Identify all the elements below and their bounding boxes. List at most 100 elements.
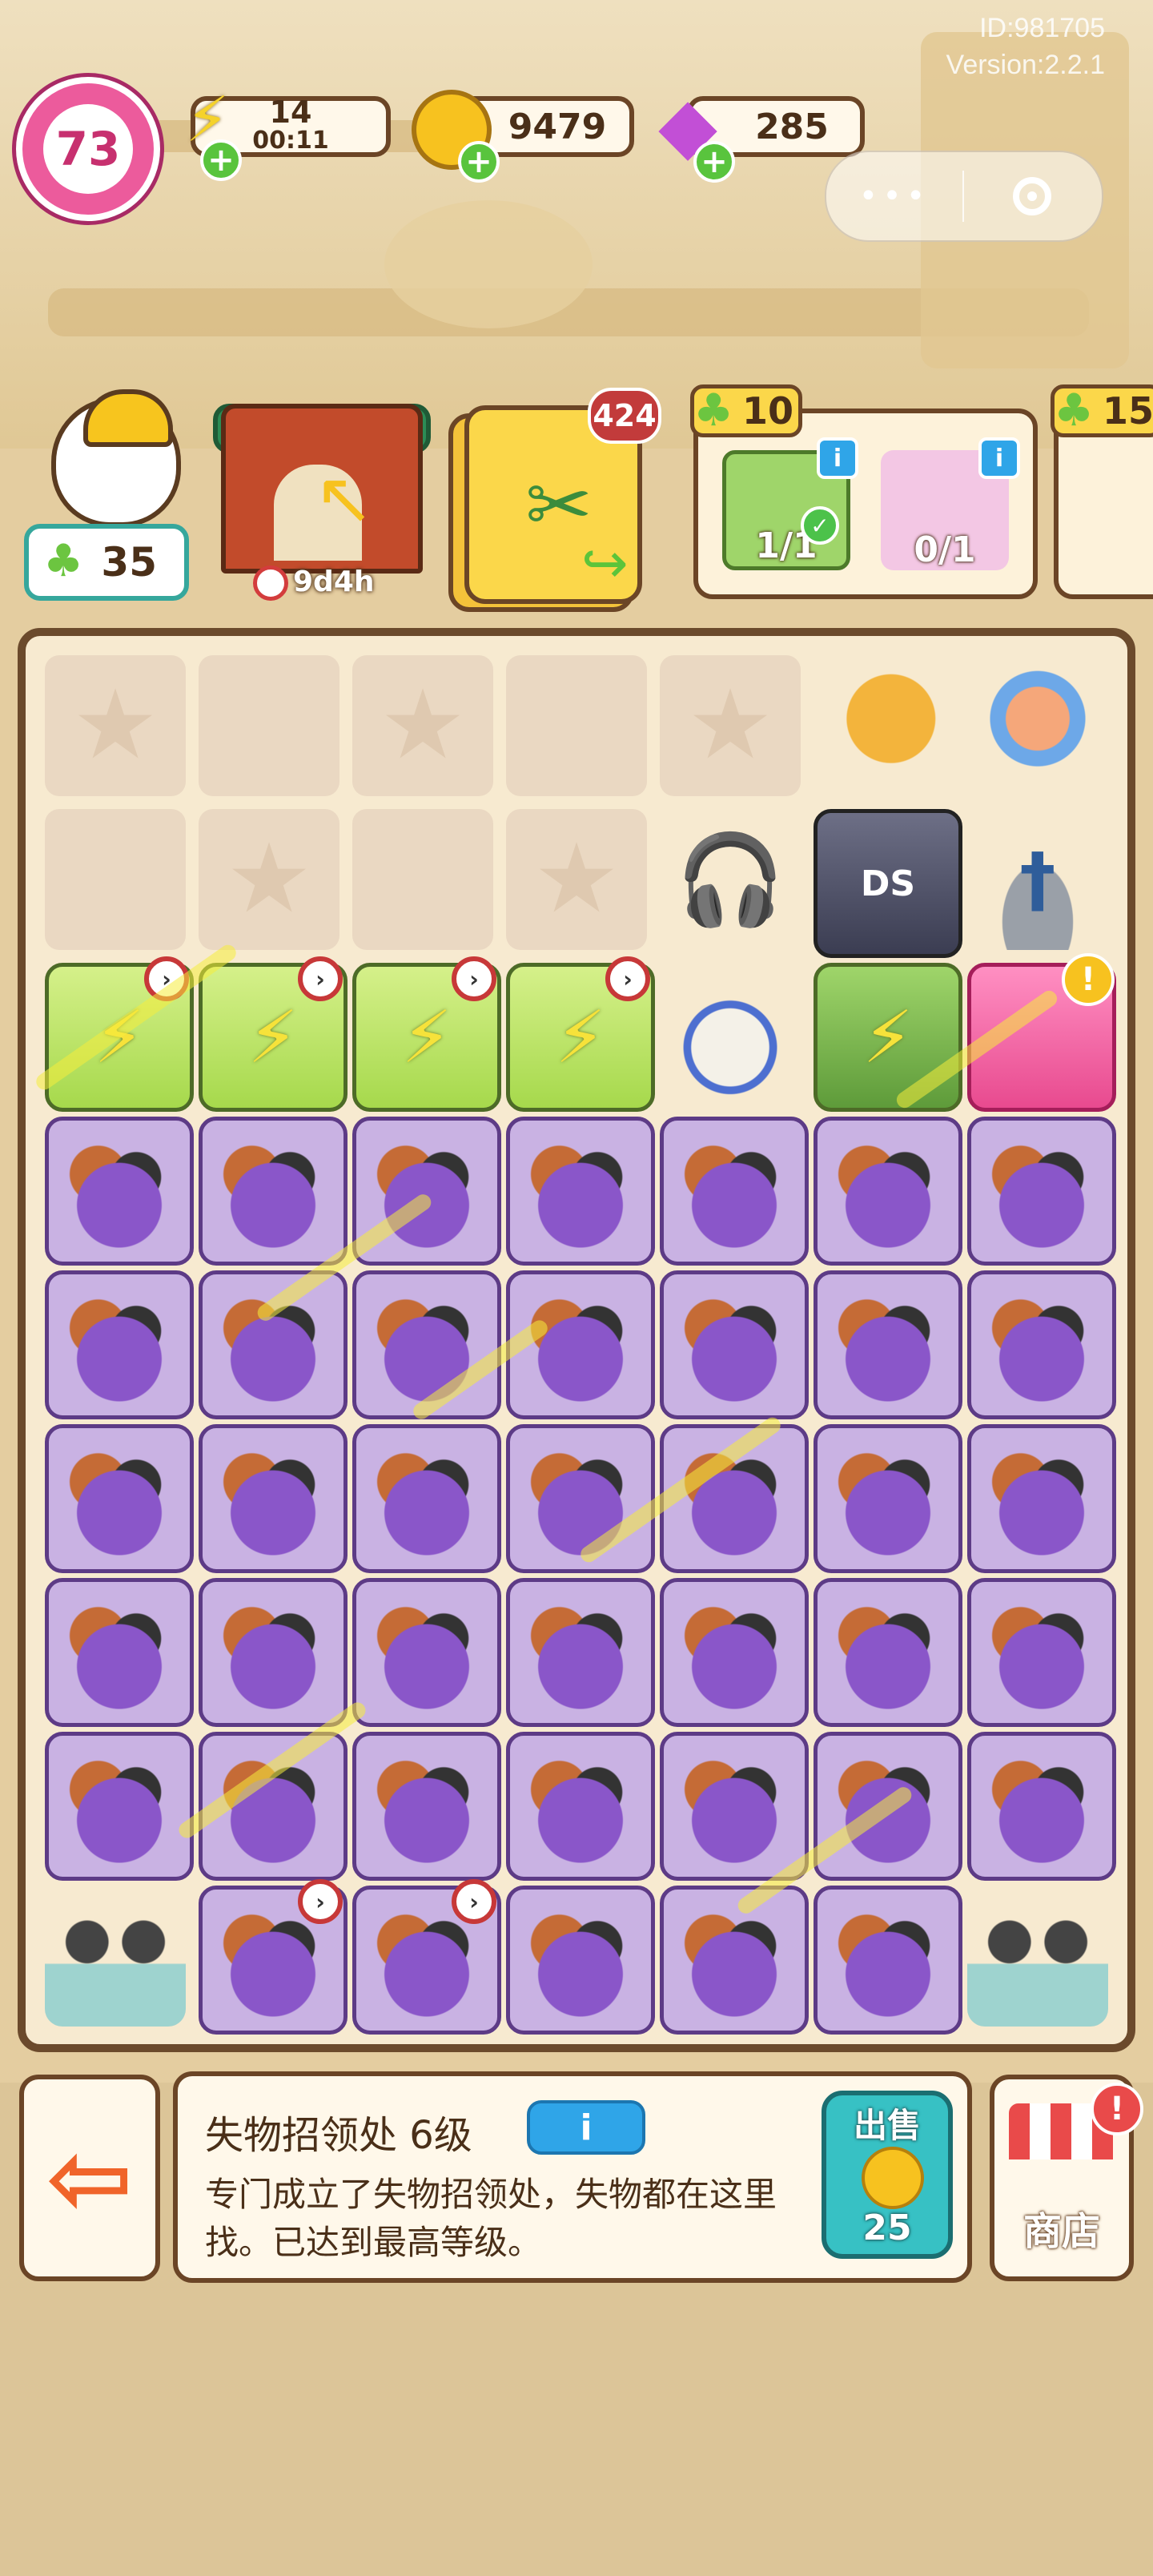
build-info: ID:981705 Version:2.2.1: [946, 10, 1105, 83]
sell-button[interactable]: 出售 25: [822, 2091, 953, 2259]
lost-item-chest[interactable]: [45, 1270, 194, 1419]
empty-cell[interactable]: [660, 655, 801, 796]
lost-item-chest[interactable]: [506, 1117, 655, 1266]
energy-crate-item[interactable]: ⚡: [814, 963, 962, 1112]
headphones-item[interactable]: 🎧: [660, 809, 801, 950]
gem-value: 285: [755, 106, 829, 147]
coin-value: 9479: [508, 106, 607, 147]
lost-item-chest[interactable]: [967, 1270, 1116, 1419]
lost-item-chest[interactable]: [814, 1270, 962, 1419]
reward-clover-icon-2: ♣: [1054, 384, 1095, 437]
player-id: ID:981705: [979, 13, 1105, 43]
energy-timer: 00:11: [252, 127, 329, 155]
timer-clock-icon: ›: [298, 956, 343, 1001]
empty-cell[interactable]: [45, 655, 186, 796]
lost-item-chest[interactable]: [45, 1578, 194, 1727]
lost-item-chest[interactable]: [814, 1424, 962, 1573]
cheese-item[interactable]: [814, 655, 954, 796]
lost-item-chest[interactable]: [660, 1886, 809, 2035]
item-info-button[interactable]: i: [527, 2100, 645, 2155]
event-timer-text: 9d4h: [293, 566, 375, 598]
timer-clock-icon: ›: [452, 1879, 496, 1924]
reward-clover-icon: ♣: [693, 384, 734, 437]
timer-clock-icon: ›: [452, 956, 496, 1001]
empty-cell[interactable]: [199, 655, 339, 796]
add-gems-button[interactable]: +: [693, 141, 735, 183]
close-miniprogram-button[interactable]: [964, 177, 1100, 215]
empty-cell[interactable]: [506, 655, 647, 796]
coin-icon-sell: [862, 2147, 924, 2209]
order-item-2-info-icon[interactable]: i: [978, 437, 1020, 479]
check-icon: ✓: [801, 506, 839, 545]
lost-item-chest[interactable]: [814, 1578, 962, 1727]
order-item-2-progress: 0/1: [914, 529, 976, 570]
sword-in-stone-item[interactable]: †: [967, 809, 1108, 950]
target-icon: [1013, 177, 1051, 215]
energy-value: 14: [269, 95, 312, 130]
mini-program-capsule[interactable]: •••: [825, 151, 1103, 242]
lost-item-chest[interactable]: [199, 1270, 348, 1419]
lost-item-chest[interactable]: [45, 1117, 194, 1266]
dumbbell-bench-item[interactable]: [45, 1886, 186, 2027]
event-timer: 9d4h: [253, 566, 375, 601]
hard-hat-icon: [83, 389, 173, 447]
wizard-clown-item[interactable]: [967, 655, 1108, 796]
lost-item-chest[interactable]: [199, 1578, 348, 1727]
lost-item-chest[interactable]: [352, 1578, 501, 1727]
lost-item-chest[interactable]: [967, 1117, 1116, 1266]
version-text: Version:2.2.1: [946, 50, 1105, 80]
shop-label: 商店: [1022, 2209, 1100, 2254]
add-coins-button[interactable]: +: [458, 141, 500, 183]
level-value: 73: [43, 104, 133, 194]
lost-item-chest[interactable]: [45, 1732, 194, 1881]
clover-icon: ♣: [43, 535, 84, 587]
lost-item-chest[interactable]: [967, 1732, 1116, 1881]
lost-item-chest[interactable]: [352, 1732, 501, 1881]
more-menu-button[interactable]: •••: [826, 178, 962, 215]
empty-cell[interactable]: [352, 655, 493, 796]
castle-item[interactable]: [660, 963, 801, 1104]
lost-item-chest[interactable]: [967, 1424, 1116, 1573]
game-console-item[interactable]: DS: [814, 809, 962, 958]
lost-item-chest[interactable]: [814, 1117, 962, 1266]
order-reward-2-value: 15: [1103, 389, 1153, 433]
lost-item-chest[interactable]: [199, 1117, 348, 1266]
timer-clock-icon: ›: [298, 1879, 343, 1924]
sell-price: 25: [862, 2208, 912, 2248]
exit-icon: ⇦: [46, 2117, 134, 2239]
lost-item-chest[interactable]: [506, 1886, 655, 2035]
item-description: 专门成立了失物招领处，失物都在这里找。已达到最高等级。: [205, 2175, 777, 2262]
lost-item-chest[interactable]: [352, 1424, 501, 1573]
order-item-1-info-icon[interactable]: i: [817, 437, 858, 479]
lost-item-chest[interactable]: [660, 1117, 809, 1266]
lost-item-chest[interactable]: [967, 1578, 1116, 1727]
empty-cell[interactable]: [199, 809, 339, 950]
shop-alert-icon: !: [1091, 2083, 1143, 2135]
lost-item-chest[interactable]: [660, 1578, 809, 1727]
sell-label: 出售: [853, 2106, 921, 2145]
lost-item-chest[interactable]: [45, 1424, 194, 1573]
clock-icon: [253, 566, 288, 601]
timer-clock-icon: ›: [605, 956, 650, 1001]
up-arrow-icon: ↖: [314, 457, 375, 541]
lost-item-chest[interactable]: [660, 1732, 809, 1881]
level-badge[interactable]: 73: [16, 77, 160, 221]
green-arrow-icon: ↪: [581, 530, 629, 596]
empty-cell[interactable]: [352, 809, 493, 950]
backpack-alert-icon: !: [1062, 953, 1115, 1006]
empty-cell[interactable]: [506, 809, 647, 950]
add-energy-button[interactable]: +: [200, 139, 242, 181]
lost-item-chest[interactable]: [814, 1886, 962, 2035]
empty-cell[interactable]: [45, 809, 186, 950]
lost-item-chest[interactable]: [506, 1732, 655, 1881]
dumbbell-bench-item[interactable]: [967, 1886, 1108, 2027]
lost-item-chest[interactable]: [199, 1424, 348, 1573]
item-title: 失物招领处 6级: [205, 2113, 472, 2158]
player-avatar[interactable]: [27, 389, 187, 541]
lost-item-chest[interactable]: [506, 1578, 655, 1727]
lost-item-chest[interactable]: [660, 1270, 809, 1419]
clover-count: 35: [101, 539, 157, 586]
event-gate-button[interactable]: ↖: [221, 404, 423, 574]
inventory-count-badge: 424: [588, 388, 661, 444]
exit-button[interactable]: ⇦: [19, 2075, 160, 2281]
